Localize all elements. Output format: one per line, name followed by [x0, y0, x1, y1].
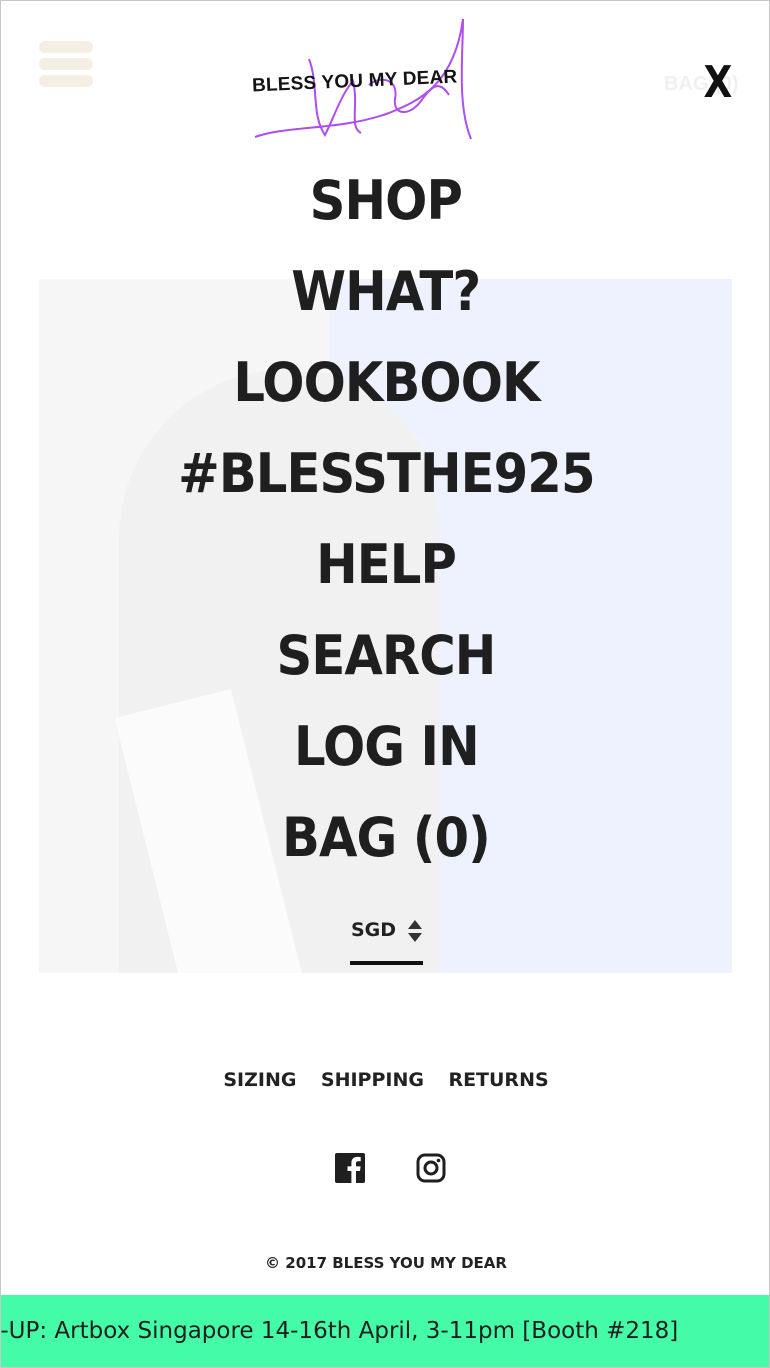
menu-link-what[interactable]: WHAT? [291, 260, 481, 324]
menu-link-bag[interactable]: BAG (0) [282, 806, 491, 870]
menu-link-login[interactable]: LOG IN [294, 715, 480, 779]
instagram-icon[interactable] [415, 1152, 447, 1184]
footer-link-returns[interactable]: RETURNS [448, 1069, 548, 1091]
social-links [334, 1152, 449, 1184]
announcement-bar[interactable]: P-UP: Artbox Singapore 14-16th April, 3-… [1, 1295, 769, 1367]
brand-logo[interactable]: BLESS YOU MY DEAR [249, 15, 509, 143]
footer-links: SIZING SHIPPING RETURNS [1, 1069, 769, 1091]
sort-arrows-icon [408, 920, 422, 942]
currency-value: SGD [351, 919, 397, 941]
facebook-icon[interactable] [334, 1152, 366, 1184]
menu-link-lookbook[interactable]: LOOKBOOK [233, 351, 540, 415]
menu-link-shop[interactable]: SHOP [310, 169, 463, 233]
menu-link-blessthe925[interactable]: #BLESSTHE925 [178, 442, 595, 506]
background-burger-logo [39, 41, 93, 105]
menu-item-help: HELP [1, 533, 769, 624]
close-menu-button[interactable]: X [704, 57, 733, 108]
menu-item-what: WHAT? [1, 260, 769, 351]
menu-item-bag: BAG (0) [1, 806, 769, 897]
announcement-text: P-UP: Artbox Singapore 14-16th April, 3-… [1, 1318, 679, 1344]
menu-item-lookbook: LOOKBOOK [1, 351, 769, 442]
menu-link-search[interactable]: SEARCH [277, 624, 497, 688]
copyright-text: © 2017 BLESS YOU MY DEAR [265, 1254, 507, 1272]
menu-item-blessthe925: #BLESSTHE925 [1, 442, 769, 533]
menu-item-shop: SHOP [1, 169, 769, 260]
main-menu: SHOP WHAT? LOOKBOOK #BLESSTHE925 HELP SE… [1, 169, 769, 897]
menu-item-search: SEARCH [1, 624, 769, 715]
footer-link-sizing[interactable]: SIZING [223, 1069, 296, 1091]
footer-link-shipping[interactable]: SHIPPING [321, 1069, 424, 1091]
menu-link-help[interactable]: HELP [316, 533, 457, 597]
currency-select[interactable]: SGD [350, 913, 423, 965]
menu-item-login: LOG IN [1, 715, 769, 806]
page-frame: BAG (0) BLESS YOU MY DEAR X SHOP WHAT? L… [0, 0, 770, 1368]
